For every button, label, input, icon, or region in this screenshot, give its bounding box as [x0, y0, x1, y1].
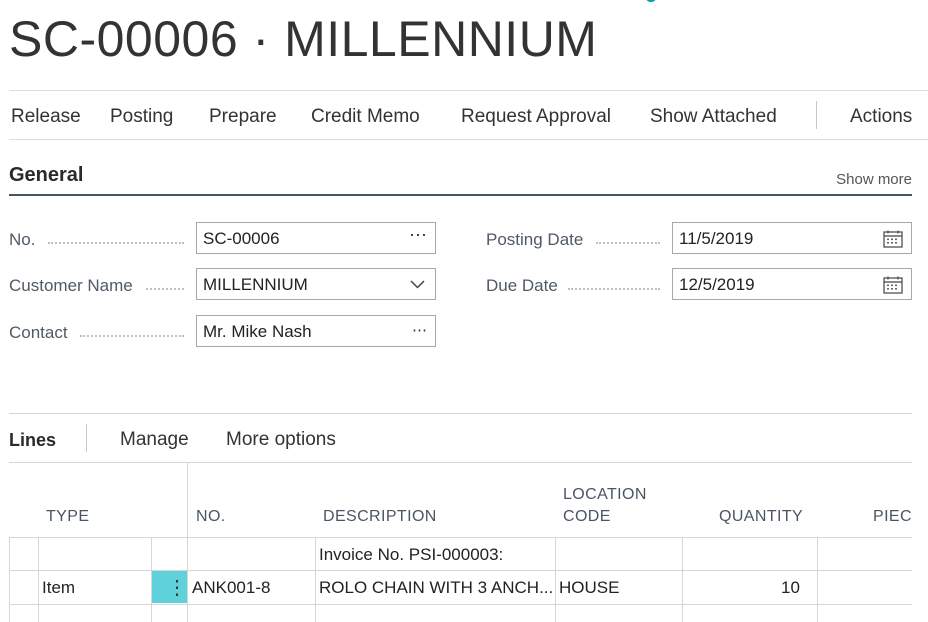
calendar-icon[interactable]: [883, 230, 903, 248]
ellipsis-icon[interactable]: ⋯: [412, 321, 427, 339]
lines-section-title[interactable]: Lines: [9, 430, 56, 451]
action-bar: Release Posting Prepare Credit Memo Requ…: [0, 98, 928, 136]
calendar-icon[interactable]: [883, 276, 903, 294]
column-header-description[interactable]: DESCRIPTION: [323, 508, 437, 526]
due-date-leader-dots: [568, 288, 660, 290]
header-divider: [9, 90, 928, 91]
column-header-location-line2[interactable]: CODE: [563, 508, 611, 526]
column-header-quantity[interactable]: QUANTITY: [719, 508, 803, 526]
row-location[interactable]: HOUSE: [559, 578, 619, 598]
kebab-icon: ⋮: [167, 577, 187, 599]
column-divider: [682, 537, 683, 622]
contact-leader-dots: [80, 335, 184, 337]
no-field[interactable]: SC-00006 ⋯: [196, 222, 436, 254]
due-date-value: 12/5/2019: [679, 275, 755, 294]
action-bar-divider: [9, 139, 928, 140]
row-type[interactable]: Item: [42, 578, 75, 598]
column-divider: [187, 462, 188, 622]
chevron-down-icon[interactable]: [410, 280, 425, 289]
customer-name-label: Customer Name: [9, 276, 133, 295]
lines-bar-divider: [9, 462, 912, 463]
posting-date-label: Posting Date: [486, 230, 584, 249]
row-no[interactable]: ANK001-8: [192, 578, 270, 598]
column-header-location-line1[interactable]: LOCATION: [563, 486, 647, 504]
customer-name-field[interactable]: MILLENNIUM: [196, 268, 436, 300]
row-description[interactable]: Invoice No. PSI-000003:: [319, 545, 503, 565]
brand-accent: [645, 0, 657, 2]
request-approval-action[interactable]: Request Approval: [461, 106, 611, 128]
no-leader-dots: [48, 242, 184, 244]
column-header-no[interactable]: NO.: [196, 508, 226, 526]
column-header-type[interactable]: TYPE: [46, 508, 89, 526]
lines-top-divider: [9, 413, 912, 414]
column-divider: [555, 537, 556, 622]
no-field-value: SC-00006: [203, 229, 280, 248]
manage-action[interactable]: Manage: [120, 429, 189, 451]
column-divider: [9, 537, 10, 622]
column-divider: [315, 537, 316, 622]
lines-bar: Lines Manage More options: [0, 420, 928, 460]
customer-name-leader-dots: [146, 288, 184, 290]
contact-value: Mr. Mike Nash: [203, 322, 312, 341]
general-section-rule: [9, 194, 912, 196]
prepare-action[interactable]: Prepare: [209, 106, 277, 128]
due-date-label: Due Date: [486, 276, 558, 295]
row-actions-button[interactable]: ⋮: [152, 571, 187, 603]
row-description[interactable]: ROLO CHAIN WITH 3 ANCH...: [319, 578, 553, 598]
contact-label: Contact: [9, 323, 68, 342]
table-row-divider: [9, 570, 912, 571]
contact-field[interactable]: Mr. Mike Nash ⋯: [196, 315, 436, 347]
column-divider: [817, 537, 818, 622]
lines-bar-separator: [86, 424, 87, 452]
actions-menu[interactable]: Actions: [850, 106, 912, 128]
show-attached-action[interactable]: Show Attached: [650, 106, 777, 128]
row-quantity[interactable]: 10: [781, 578, 800, 598]
posting-date-value: 11/5/2019: [679, 229, 754, 248]
more-options-action[interactable]: More options: [226, 429, 336, 451]
table-row-divider: [9, 604, 912, 605]
customer-name-value: MILLENNIUM: [203, 275, 308, 294]
posting-date-field[interactable]: 11/5/2019: [672, 222, 912, 254]
credit-memo-action[interactable]: Credit Memo: [311, 106, 420, 128]
posting-action[interactable]: Posting: [110, 106, 173, 128]
column-divider: [38, 537, 39, 622]
posting-date-leader-dots: [596, 242, 660, 244]
action-bar-separator: [816, 101, 817, 129]
release-action[interactable]: Release: [11, 106, 81, 128]
ellipsis-icon[interactable]: ⋯: [409, 225, 427, 246]
due-date-field[interactable]: 12/5/2019: [672, 268, 912, 300]
no-label: No.: [9, 230, 36, 249]
general-section-title[interactable]: General: [9, 164, 83, 187]
table-header-divider: [9, 537, 912, 538]
column-header-pieces[interactable]: PIEC: [873, 508, 912, 526]
show-more-link[interactable]: Show more: [836, 171, 912, 188]
page-title: SC-00006 · MILLENNIUM: [9, 11, 598, 67]
